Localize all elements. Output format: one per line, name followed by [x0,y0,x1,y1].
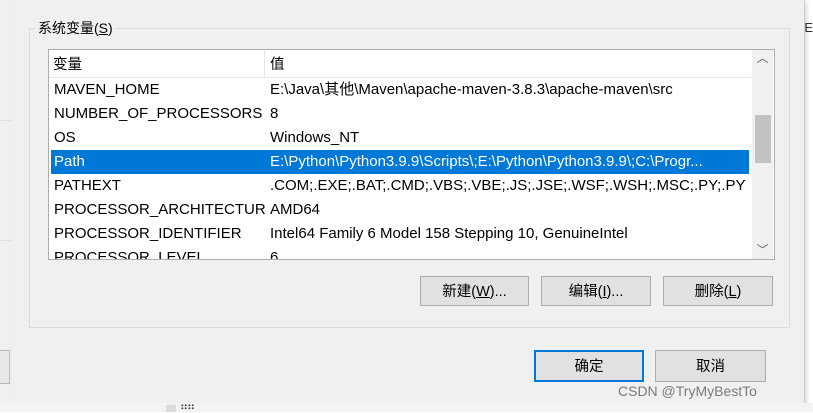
table-row[interactable]: NUMBER_OF_PROCESSORS 8 [51,102,749,126]
variable-name: PROCESSOR_ARCHITECTURE [54,201,266,218]
variable-value: 6 [270,249,279,260]
cancel-button[interactable]: 取消 [655,350,766,382]
system-variables-group-title: 系统变量(S) [35,19,116,37]
background-divider [0,240,11,241]
variable-value: E:\Python\Python3.9.9\Scripts\;E:\Python… [270,153,703,170]
table-row[interactable]: PROCESSOR_IDENTIFIER Intel64 Family 6 Mo… [51,222,749,246]
variable-name: NUMBER_OF_PROCESSORS [54,105,263,122]
delete-variable-button[interactable]: 删除(L) [663,276,773,306]
table-row[interactable]: OS Windows_NT [51,126,749,150]
environment-variables-dialog: 系统变量(S) 变量 值 MAVEN_HOME E:\Java\其他\Maven… [12,0,805,404]
scroll-down-icon[interactable]: ﹀ [752,242,773,259]
edit-variable-button[interactable]: 编辑(I)... [541,276,651,306]
table-row[interactable]: MAVEN_HOME E:\Java\其他\Maven\apache-maven… [51,78,749,102]
column-header-variable[interactable]: 变量 [53,50,82,77]
variable-name: PROCESSOR_IDENTIFIER [54,225,242,242]
table-row-partial[interactable]: PROCESSOR_LEVEL 6 [51,246,749,260]
variable-name: Path [54,153,85,170]
variable-value: Intel64 Family 6 Model 158 Stepping 10, … [270,225,628,242]
variable-name: PROCESSOR_LEVEL [54,249,205,260]
background-button [0,350,10,384]
variable-value: 8 [270,105,279,122]
scrollbar-thumb[interactable] [755,115,771,163]
variable-value: .COM;.EXE;.BAT;.CMD;.VBS;.VBE;.JS;.JSE;.… [270,177,746,194]
background-divider [0,120,11,121]
background-element [166,405,176,412]
background-text: E [804,20,813,35]
table-row[interactable]: PATHEXT .COM;.EXE;.BAT;.CMD;.VBS;.VBE;.J… [51,174,749,198]
variable-name: MAVEN_HOME [54,81,160,98]
system-variables-list[interactable]: 变量 值 MAVEN_HOME E:\Java\其他\Maven\apache-… [48,49,775,260]
table-row-selected[interactable]: Path E:\Python\Python3.9.9\Scripts\;E:\P… [51,150,749,174]
variable-value: E:\Java\其他\Maven\apache-maven-3.8.3\apac… [270,81,673,98]
column-divider [264,50,265,77]
variable-name: OS [54,129,76,146]
vertical-scrollbar[interactable]: ︿ ﹀ [752,50,773,259]
column-header-value[interactable]: 值 [270,50,285,77]
background-window-right: E [804,0,813,412]
background-glyph: ⠶⠶ [180,401,195,413]
table-row[interactable]: PROCESSOR_ARCHITECTURE AMD64 [51,198,749,222]
scroll-up-icon[interactable]: ︿ [752,50,773,67]
ok-button[interactable]: 确定 [534,350,644,382]
variable-value: AMD64 [270,201,321,218]
watermark: CSDN @TryMyBestTo [618,383,757,399]
list-header: 变量 值 [49,50,751,78]
variable-value: Windows_NT [270,129,360,146]
background-bottom-strip: ⠶⠶ [0,401,813,413]
new-variable-button[interactable]: 新建(W)... [420,276,529,306]
variable-name: PATHEXT [54,177,121,194]
